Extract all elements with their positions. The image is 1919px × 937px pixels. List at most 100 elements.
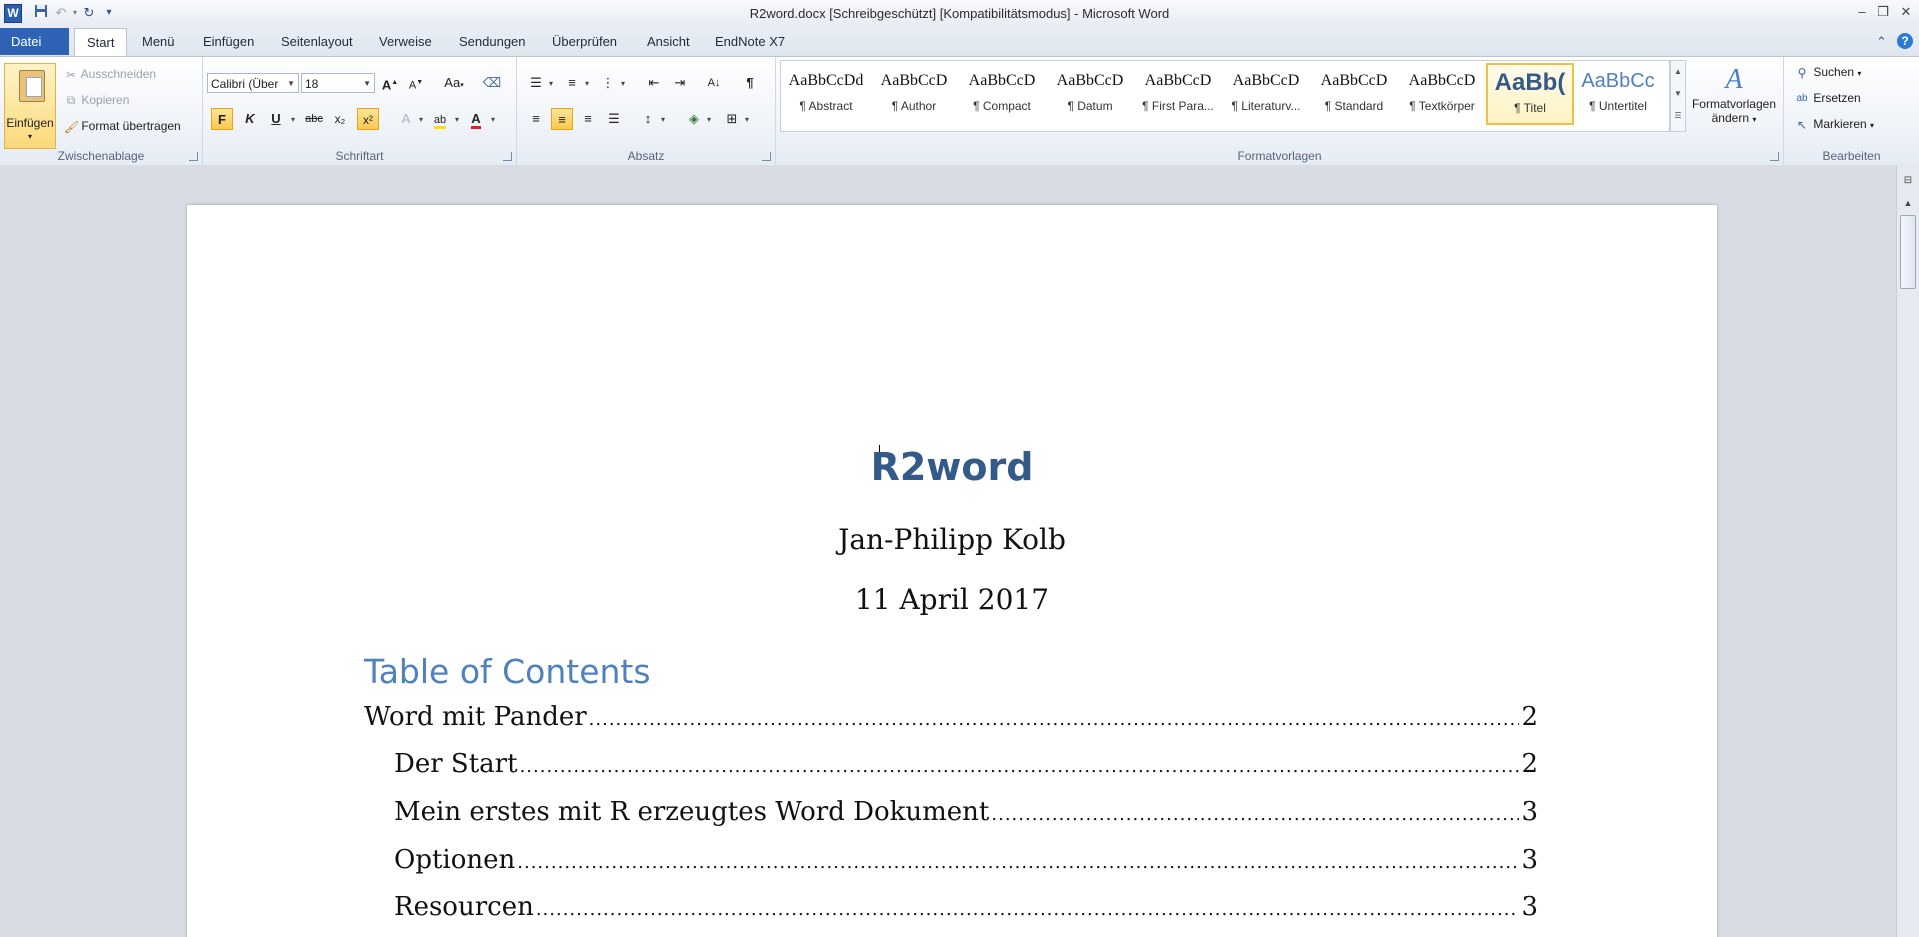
tab-verweise[interactable]: Verweise bbox=[367, 28, 444, 55]
change-styles-button[interactable]: A Formatvorlagen ändern ▾ bbox=[1688, 63, 1780, 133]
grow-font-label: A bbox=[381, 77, 392, 93]
styles-launcher-icon[interactable] bbox=[1770, 152, 1779, 161]
pilcrow-icon[interactable]: ¶ bbox=[739, 72, 761, 94]
style-literaturverzeichnis[interactable]: AaBbCcD ¶ Literaturv... bbox=[1222, 63, 1310, 125]
highlight-dropdown-icon[interactable]: ▾ bbox=[455, 115, 459, 124]
align-right-icon[interactable]: ≡ bbox=[577, 108, 599, 130]
document-page[interactable]: R2word Jan-Philipp Kolb 11 April 2017 Ta… bbox=[187, 205, 1717, 937]
styles-gallery-scroll[interactable]: ▲ ▼ ☰ bbox=[1670, 60, 1686, 132]
scroll-up-icon[interactable]: ▲ bbox=[1900, 195, 1916, 211]
clipboard-launcher-icon[interactable] bbox=[189, 152, 198, 161]
paste-dropdown-icon[interactable]: ▾ bbox=[5, 132, 55, 141]
align-center-icon[interactable]: ≡ bbox=[551, 108, 573, 130]
gallery-up-icon[interactable]: ▲ bbox=[1671, 61, 1685, 83]
clear-formatting-icon[interactable]: ⌫ bbox=[481, 72, 503, 94]
tab-menue[interactable]: Menü bbox=[130, 28, 187, 55]
bullets-icon[interactable]: ☰ bbox=[525, 72, 547, 94]
minimize-ribbon-icon[interactable]: ⌃ bbox=[1876, 34, 1887, 50]
document-title[interactable]: R2word bbox=[187, 445, 1717, 489]
change-case-button[interactable]: Aa▾ bbox=[439, 72, 469, 94]
select-button[interactable]: ↖ Markieren ▾ bbox=[1794, 117, 1874, 132]
paragraph-launcher-icon[interactable] bbox=[762, 152, 771, 161]
shrink-font-button[interactable]: A▼ bbox=[405, 72, 427, 94]
underline-dropdown-icon[interactable]: ▾ bbox=[291, 115, 295, 124]
numbering-dropdown-icon[interactable]: ▾ bbox=[585, 79, 589, 88]
toc-entry[interactable]: Der Start 2 bbox=[394, 749, 1538, 789]
paste-button[interactable]: Einfügen ▾ bbox=[4, 63, 56, 149]
highlight-icon[interactable]: ab bbox=[429, 108, 451, 130]
shading-icon[interactable]: ◈ bbox=[683, 108, 705, 130]
underline-button[interactable]: U bbox=[265, 108, 287, 130]
document-area[interactable]: R2word Jan-Philipp Kolb 11 April 2017 Ta… bbox=[0, 165, 1897, 937]
gallery-down-icon[interactable]: ▼ bbox=[1671, 83, 1685, 105]
replace-button[interactable]: ab Ersetzen bbox=[1794, 91, 1860, 105]
close-icon[interactable]: ✕ bbox=[1897, 4, 1915, 20]
cut-button[interactable]: ✂ Ausschneiden bbox=[64, 67, 156, 82]
decrease-indent-icon[interactable]: ⇤ bbox=[643, 72, 665, 94]
tab-endnote[interactable]: EndNote X7 bbox=[703, 28, 797, 55]
superscript-button[interactable]: x² bbox=[357, 108, 379, 130]
sort-icon[interactable]: A↓ bbox=[703, 72, 725, 94]
bullets-dropdown-icon[interactable]: ▾ bbox=[549, 79, 553, 88]
format-painter-button[interactable]: 🖌 Format übertragen bbox=[64, 119, 181, 134]
restore-icon[interactable]: ❐ bbox=[1874, 4, 1892, 20]
style-author[interactable]: AaBbCcD ¶ Author bbox=[870, 63, 958, 125]
font-size-combo[interactable]: 18 ▼ bbox=[301, 73, 375, 93]
ruler-toggle-icon[interactable]: ⊟ bbox=[1900, 173, 1916, 189]
borders-dropdown-icon[interactable]: ▾ bbox=[745, 115, 749, 124]
font-color-dropdown-icon[interactable]: ▾ bbox=[491, 115, 495, 124]
tab-start[interactable]: Start bbox=[74, 28, 128, 57]
justify-icon[interactable]: ☰ bbox=[603, 108, 625, 130]
tab-einfuegen[interactable]: Einfügen bbox=[191, 28, 266, 55]
style-titel[interactable]: AaBb( ¶ Titel bbox=[1486, 63, 1574, 125]
scrollbar-thumb[interactable] bbox=[1900, 215, 1916, 289]
grow-font-button[interactable]: A▲ bbox=[379, 72, 401, 94]
align-left-icon[interactable]: ≡ bbox=[525, 108, 547, 130]
multilevel-dropdown-icon[interactable]: ▾ bbox=[621, 79, 625, 88]
font-color-icon[interactable]: A bbox=[465, 108, 487, 130]
toc-entry[interactable]: Word mit Pander 2 bbox=[364, 702, 1538, 742]
line-spacing-icon[interactable]: ↕ bbox=[637, 108, 659, 130]
toc-entry[interactable]: Optionen 3 bbox=[394, 845, 1538, 885]
brush-icon: 🖌 bbox=[64, 119, 80, 134]
style-compact[interactable]: AaBbCcD ¶ Compact bbox=[958, 63, 1046, 125]
shading-dropdown-icon[interactable]: ▾ bbox=[707, 115, 711, 124]
bold-button[interactable]: F bbox=[211, 108, 233, 130]
copy-button[interactable]: ⧉ Kopieren bbox=[64, 93, 130, 108]
style-abstract[interactable]: AaBbCcDd ¶ Abstract bbox=[782, 63, 870, 125]
style-standard[interactable]: AaBbCcD ¶ Standard bbox=[1310, 63, 1398, 125]
chevron-down-icon[interactable]: ▼ bbox=[287, 74, 295, 94]
font-name-combo[interactable]: Calibri (Über ▼ bbox=[207, 73, 299, 93]
tab-seitenlayout[interactable]: Seitenlayout bbox=[269, 28, 365, 55]
style-datum[interactable]: AaBbCcD ¶ Datum bbox=[1046, 63, 1134, 125]
tab-sendungen[interactable]: Sendungen bbox=[447, 28, 538, 55]
line-spacing-dropdown-icon[interactable]: ▾ bbox=[661, 115, 665, 124]
gallery-more-icon[interactable]: ☰ bbox=[1671, 105, 1685, 127]
italic-button[interactable]: K bbox=[239, 108, 261, 130]
toc-heading[interactable]: Table of Contents bbox=[364, 652, 651, 691]
document-author[interactable]: Jan-Philipp Kolb bbox=[187, 523, 1717, 556]
increase-indent-icon[interactable]: ⇥ bbox=[669, 72, 691, 94]
toc-entry[interactable]: Mein erstes mit R erzeugtes Word Dokumen… bbox=[394, 797, 1538, 837]
help-icon[interactable]: ? bbox=[1897, 33, 1913, 49]
toc-entry[interactable]: Resourcen 3 bbox=[394, 892, 1538, 932]
tab-ansicht[interactable]: Ansicht bbox=[635, 28, 702, 55]
style-first-paragraph[interactable]: AaBbCcD ¶ First Para... bbox=[1134, 63, 1222, 125]
strikethrough-button[interactable]: abc bbox=[303, 108, 325, 130]
style-textkoerper[interactable]: AaBbCcD ¶ Textkörper bbox=[1398, 63, 1486, 125]
text-effects-icon[interactable]: A bbox=[395, 108, 417, 130]
minimize-icon[interactable]: – bbox=[1853, 4, 1871, 20]
subscript-button[interactable]: x₂ bbox=[329, 108, 351, 130]
chevron-down-icon[interactable]: ▼ bbox=[363, 74, 371, 94]
tab-ueberpruefen[interactable]: Überprüfen bbox=[540, 28, 629, 55]
document-date[interactable]: 11 April 2017 bbox=[187, 583, 1717, 616]
tab-datei[interactable]: Datei bbox=[0, 28, 69, 55]
text-effects-dropdown-icon[interactable]: ▾ bbox=[419, 115, 423, 124]
multilevel-list-icon[interactable]: ⋮ bbox=[597, 72, 619, 94]
borders-icon[interactable]: ⊞ bbox=[721, 108, 743, 130]
numbering-icon[interactable]: ≡ bbox=[561, 72, 583, 94]
find-button[interactable]: ⚲ Suchen ▾ bbox=[1794, 65, 1862, 80]
font-launcher-icon[interactable] bbox=[503, 152, 512, 161]
style-untertitel[interactable]: AaBbCc ¶ Untertitel bbox=[1574, 63, 1662, 125]
vertical-scrollbar[interactable]: ⊟ ▲ bbox=[1896, 165, 1919, 937]
